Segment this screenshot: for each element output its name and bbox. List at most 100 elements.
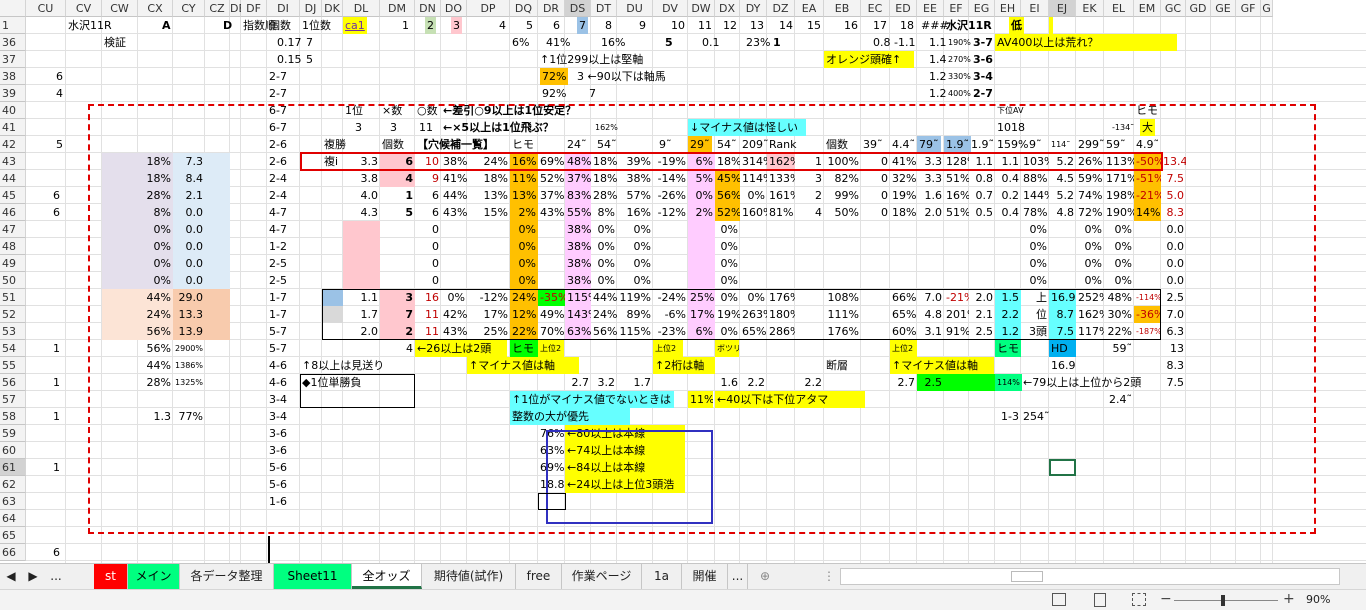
cell[interactable]: 14 bbox=[777, 17, 795, 34]
cell[interactable]: 7 bbox=[577, 17, 588, 34]
cell[interactable]: 15 bbox=[805, 17, 823, 34]
row-header[interactable]: 40 bbox=[0, 102, 26, 119]
cell[interactable]: -1.1 bbox=[892, 34, 917, 51]
tab-sheet[interactable]: ... bbox=[728, 564, 748, 589]
tab-sheet[interactable]: st bbox=[94, 564, 128, 589]
zoom-level[interactable]: 90% bbox=[1306, 593, 1330, 606]
row-header[interactable]: 64 bbox=[0, 510, 26, 527]
cell[interactable]: A bbox=[160, 17, 173, 34]
cell[interactable]: ↑1位299以上は堅軸 bbox=[538, 51, 645, 68]
row-header[interactable]: 65 bbox=[0, 527, 26, 544]
column-header[interactable]: EJ bbox=[1049, 0, 1076, 17]
column-header[interactable]: GE bbox=[1211, 0, 1236, 17]
column-header[interactable]: DQ bbox=[510, 0, 538, 17]
column-header[interactable]: EH bbox=[995, 0, 1021, 17]
row-header[interactable]: 54 bbox=[0, 340, 26, 357]
cell[interactable]: 3 bbox=[451, 17, 462, 34]
cell[interactable]: 1位数 bbox=[300, 17, 333, 34]
cell[interactable]: 5 bbox=[524, 17, 535, 34]
row-header[interactable]: 66 bbox=[0, 544, 26, 561]
horizontal-scrollbar[interactable] bbox=[840, 568, 1340, 585]
cell[interactable]: 1 bbox=[400, 17, 411, 34]
row-header[interactable]: 61 bbox=[0, 459, 26, 476]
cell[interactable]: 6 bbox=[26, 204, 62, 221]
cell[interactable]: 16% bbox=[599, 34, 627, 51]
row-header[interactable]: 45 bbox=[0, 187, 26, 204]
page-break-icon[interactable] bbox=[1132, 593, 1146, 606]
cell[interactable]: 5 bbox=[304, 51, 315, 68]
cell[interactable]: 4 bbox=[497, 17, 508, 34]
tab-scroll-prev-icon[interactable]: ◀ bbox=[0, 564, 22, 589]
column-header[interactable]: DJ bbox=[300, 0, 322, 17]
cell[interactable]: 18 bbox=[898, 17, 916, 34]
row-header[interactable]: 39 bbox=[0, 85, 26, 102]
cell[interactable]: 低 bbox=[1009, 17, 1024, 34]
column-header[interactable]: DL bbox=[343, 0, 380, 17]
row-header[interactable]: 38 bbox=[0, 68, 26, 85]
cell[interactable]: 0.15 bbox=[275, 51, 304, 68]
cell[interactable]: 0.17 bbox=[275, 34, 304, 51]
cell[interactable]: 10 bbox=[669, 17, 687, 34]
cell[interactable]: ca1 bbox=[343, 17, 367, 34]
cell[interactable]: 1 bbox=[26, 408, 62, 425]
tab-sheet[interactable]: 1a bbox=[642, 564, 682, 589]
column-header[interactable]: CZ bbox=[205, 0, 230, 17]
cell[interactable]: 11 bbox=[696, 17, 714, 34]
column-header[interactable]: EK bbox=[1076, 0, 1104, 17]
cell[interactable]: 16 bbox=[842, 17, 860, 34]
add-sheet-icon[interactable]: ⊕ bbox=[754, 564, 776, 589]
row-header[interactable]: 52 bbox=[0, 306, 26, 323]
column-header[interactable]: DO bbox=[441, 0, 467, 17]
column-header[interactable]: DU bbox=[617, 0, 653, 17]
tab-sheet[interactable]: free bbox=[516, 564, 562, 589]
spreadsheet-grid[interactable]: CU CV CW CX CY CZ DE DF DI DJ DK DL DM DN DO DP DQ DR DS DT… bbox=[0, 0, 1366, 563]
row-header[interactable]: 58 bbox=[0, 408, 26, 425]
column-header[interactable]: DT bbox=[591, 0, 617, 17]
cell[interactable]: 0.8 bbox=[871, 34, 893, 51]
row-header[interactable]: 57 bbox=[0, 391, 26, 408]
column-header[interactable]: DR bbox=[538, 0, 565, 17]
cell[interactable]: 5 bbox=[663, 34, 675, 51]
page-layout-icon[interactable] bbox=[1094, 593, 1106, 607]
column-header[interactable]: CV bbox=[66, 0, 102, 17]
cell[interactable]: D bbox=[221, 17, 234, 34]
column-header[interactable]: DY bbox=[740, 0, 767, 17]
column-header[interactable]: EF bbox=[944, 0, 969, 17]
column-header[interactable]: DE bbox=[230, 0, 245, 17]
column-header[interactable]: DZ bbox=[767, 0, 795, 17]
column-header[interactable]: EB bbox=[824, 0, 861, 17]
column-header[interactable]: EG bbox=[969, 0, 995, 17]
cell[interactable]: 水沢11R bbox=[944, 17, 994, 34]
cell[interactable]: 検証 bbox=[102, 34, 128, 51]
cell[interactable]: 92% bbox=[540, 85, 568, 102]
zoom-out-button[interactable]: − bbox=[1160, 591, 1172, 607]
column-header[interactable]: DX bbox=[715, 0, 740, 17]
tab-sheet[interactable]: 開催 bbox=[682, 564, 728, 589]
column-header[interactable]: EI bbox=[1021, 0, 1049, 17]
cell[interactable]: 3-7 bbox=[971, 34, 995, 51]
cell[interactable]: 6 bbox=[26, 187, 62, 204]
column-header[interactable]: DS bbox=[565, 0, 591, 17]
cell[interactable]: 8 bbox=[603, 17, 614, 34]
row-header[interactable]: 56 bbox=[0, 374, 26, 391]
cell[interactable]: 6% bbox=[510, 34, 531, 51]
cell[interactable]: 6 bbox=[26, 544, 62, 561]
row-header[interactable]: 62 bbox=[0, 476, 26, 493]
column-header[interactable]: DF bbox=[241, 0, 267, 17]
cell[interactable]: 6 bbox=[54, 68, 65, 85]
column-header[interactable]: DM bbox=[380, 0, 415, 17]
cell[interactable]: 400% bbox=[946, 85, 973, 102]
row-header[interactable]: 49 bbox=[0, 255, 26, 272]
row-header[interactable]: 36 bbox=[0, 34, 26, 51]
column-header[interactable]: GF bbox=[1236, 0, 1261, 17]
cell[interactable]: 270% bbox=[946, 51, 973, 68]
cell[interactable]: 1 bbox=[771, 34, 783, 51]
tab-sheet[interactable]: 各データ整理 bbox=[180, 564, 274, 589]
tab-scroll-next-icon[interactable]: ▶ bbox=[22, 564, 44, 589]
row-header[interactable]: 50 bbox=[0, 272, 26, 289]
zoom-in-button[interactable]: + bbox=[1283, 591, 1295, 607]
row-header[interactable]: 51 bbox=[0, 289, 26, 306]
column-header[interactable]: ED bbox=[890, 0, 917, 17]
horizontal-scroll-thumb[interactable] bbox=[1011, 571, 1043, 582]
column-header[interactable]: EC bbox=[861, 0, 890, 17]
